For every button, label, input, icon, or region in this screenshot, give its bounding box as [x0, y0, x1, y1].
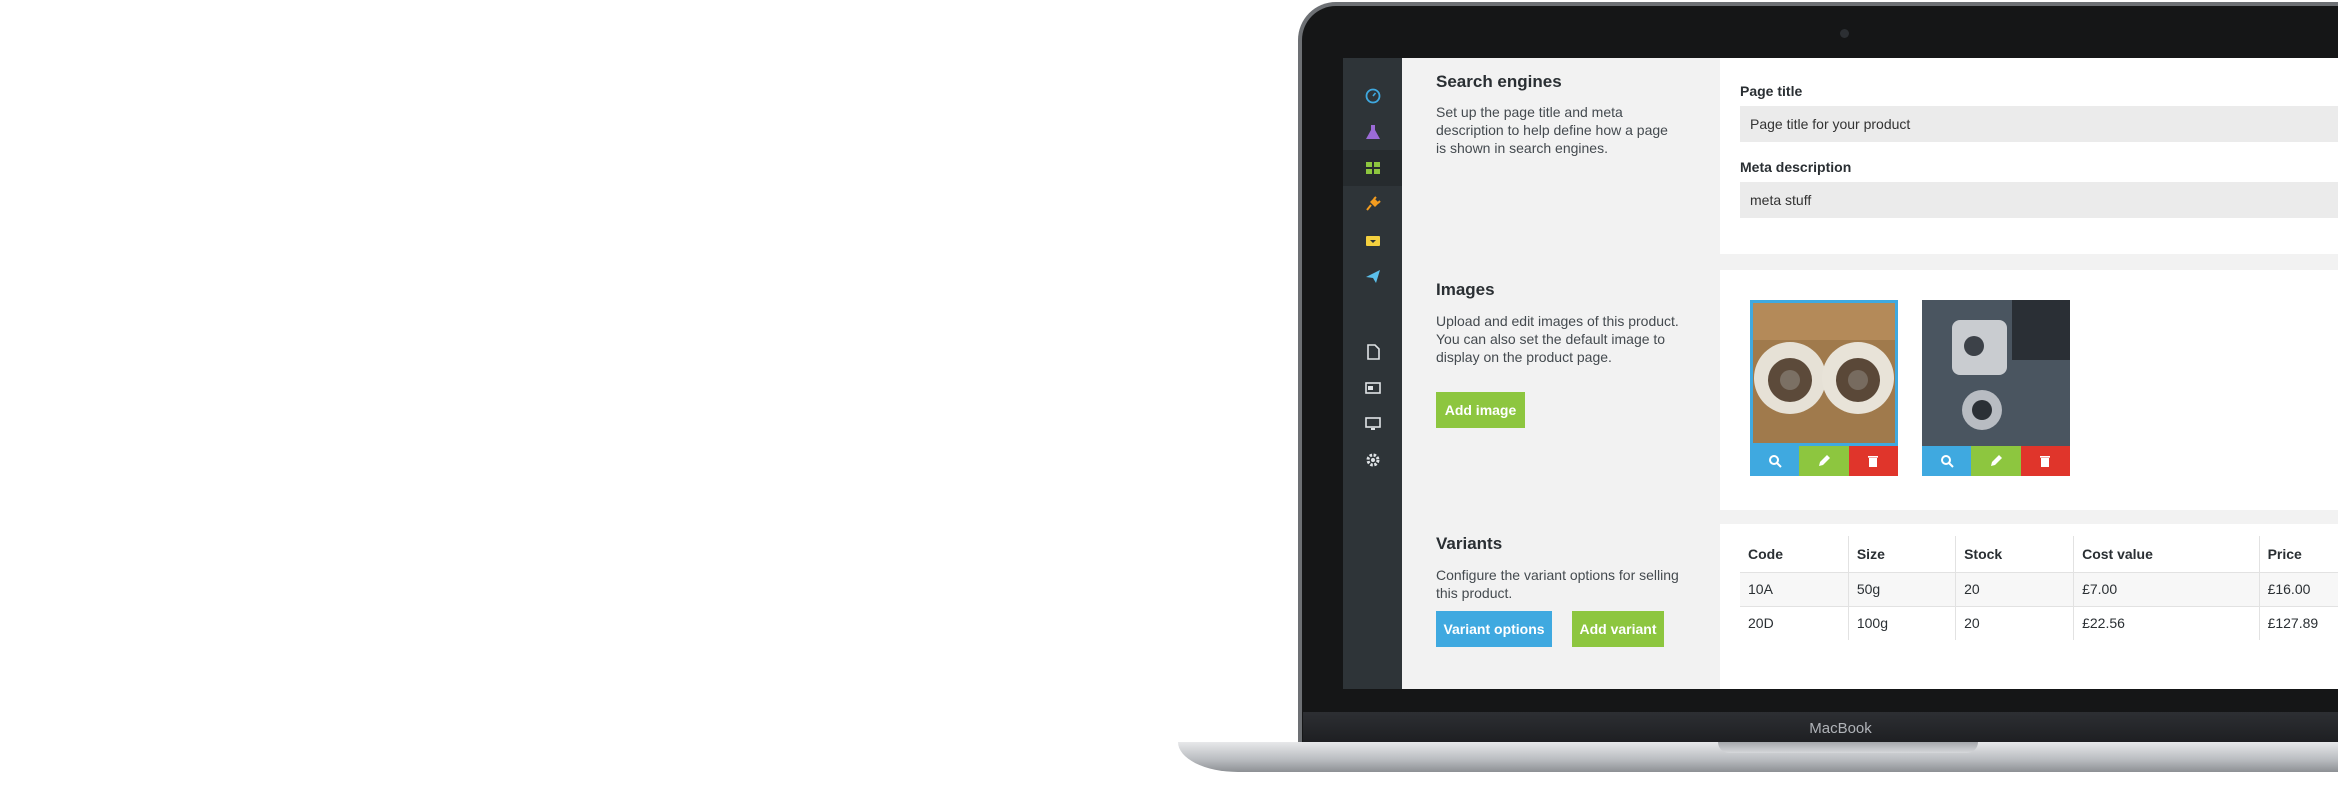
table-header-row: Code Size Stock Cost value Price	[1740, 536, 2338, 572]
edit-image-button[interactable]	[1799, 446, 1849, 476]
laptop-notch	[1718, 742, 1978, 753]
view-image-button[interactable]	[1922, 446, 1972, 476]
plane-icon[interactable]	[1343, 258, 1402, 294]
flask-icon[interactable]	[1343, 114, 1402, 150]
page-title-input[interactable]	[1740, 106, 2338, 142]
column-header: Stock	[1955, 536, 2074, 572]
stage: Search engines Set up the page title and…	[0, 0, 2338, 800]
cell: 50g	[1847, 571, 1956, 606]
variants-table: Code Size Stock Cost value Price 10A 50g…	[1740, 536, 2338, 640]
add-image-button[interactable]: Add image	[1436, 392, 1525, 428]
search-icon	[1768, 455, 1782, 468]
laptop-chin: MacBook	[1303, 712, 2338, 746]
gear-icon[interactable]	[1343, 442, 1402, 478]
device-brand: MacBook	[1809, 720, 1872, 737]
delete-image-button[interactable]	[2020, 446, 2070, 476]
grid-icon[interactable]	[1343, 150, 1402, 186]
seo-panel	[1720, 58, 2338, 254]
images-title: Images	[1436, 280, 1495, 299]
image-tools	[1922, 446, 2070, 476]
column-header: Size	[1847, 536, 1956, 572]
meta-description-input[interactable]	[1740, 182, 2338, 218]
edit-image-button[interactable]	[1971, 446, 2021, 476]
variants-title: Variants	[1436, 534, 1503, 553]
page-icon[interactable]	[1343, 334, 1402, 370]
add-variant-button[interactable]: Add variant	[1572, 611, 1664, 647]
images-description: Upload and edit images of this product. …	[1436, 313, 1679, 365]
monitor-icon[interactable]	[1343, 406, 1402, 442]
dashboard-icon[interactable]	[1343, 78, 1402, 114]
product-photo[interactable]	[1922, 300, 2070, 446]
product-photo[interactable]	[1750, 300, 1898, 446]
variants-description: Configure the variant options for sellin…	[1436, 567, 1679, 601]
variant-options-button[interactable]: Variant options	[1436, 611, 1552, 647]
delete-image-button[interactable]	[1848, 446, 1898, 476]
cell: £16.00	[2258, 571, 2338, 606]
search-icon	[1940, 455, 1954, 468]
cell: 10A	[1740, 571, 1849, 606]
trash-icon	[2040, 456, 2051, 467]
trash-icon	[1868, 456, 1879, 467]
image-tools	[1750, 446, 1898, 476]
cell: 20	[1955, 605, 2074, 640]
column-header: Code	[1748, 545, 1783, 562]
cell: £127.89	[2258, 605, 2338, 640]
column-header: Price	[2258, 536, 2338, 572]
cell: £7.00	[2073, 571, 2260, 606]
app-screen: Search engines Set up the page title and…	[1343, 58, 2338, 689]
cell: 100g	[1847, 605, 1956, 640]
sidebar	[1343, 58, 1402, 689]
inbox-icon[interactable]	[1343, 222, 1402, 258]
page-title-label: Page title	[1740, 83, 1803, 99]
card-icon[interactable]	[1343, 370, 1402, 406]
product-image-1[interactable]	[1750, 300, 1898, 476]
product-image-2[interactable]	[1922, 300, 2070, 476]
camera	[1840, 29, 1849, 38]
cell: 20D	[1740, 605, 1849, 640]
cell: £22.56	[2073, 605, 2260, 640]
seo-description: Set up the page title and meta descripti…	[1436, 104, 1668, 156]
seo-title: Search engines	[1436, 72, 1562, 91]
meta-description-label: Meta description	[1740, 159, 1852, 175]
column-header: Cost value	[2073, 536, 2260, 572]
pencil-icon	[1818, 455, 1830, 466]
table-row[interactable]: 10A 50g 20 £7.00 £16.00	[1740, 571, 2338, 606]
plug-icon[interactable]	[1343, 186, 1402, 222]
cell: 20	[1955, 571, 2074, 606]
view-image-button[interactable]	[1750, 446, 1800, 476]
pencil-icon	[1990, 455, 2002, 466]
table-row[interactable]: 20D 100g 20 £22.56 £127.89	[1740, 605, 2338, 640]
